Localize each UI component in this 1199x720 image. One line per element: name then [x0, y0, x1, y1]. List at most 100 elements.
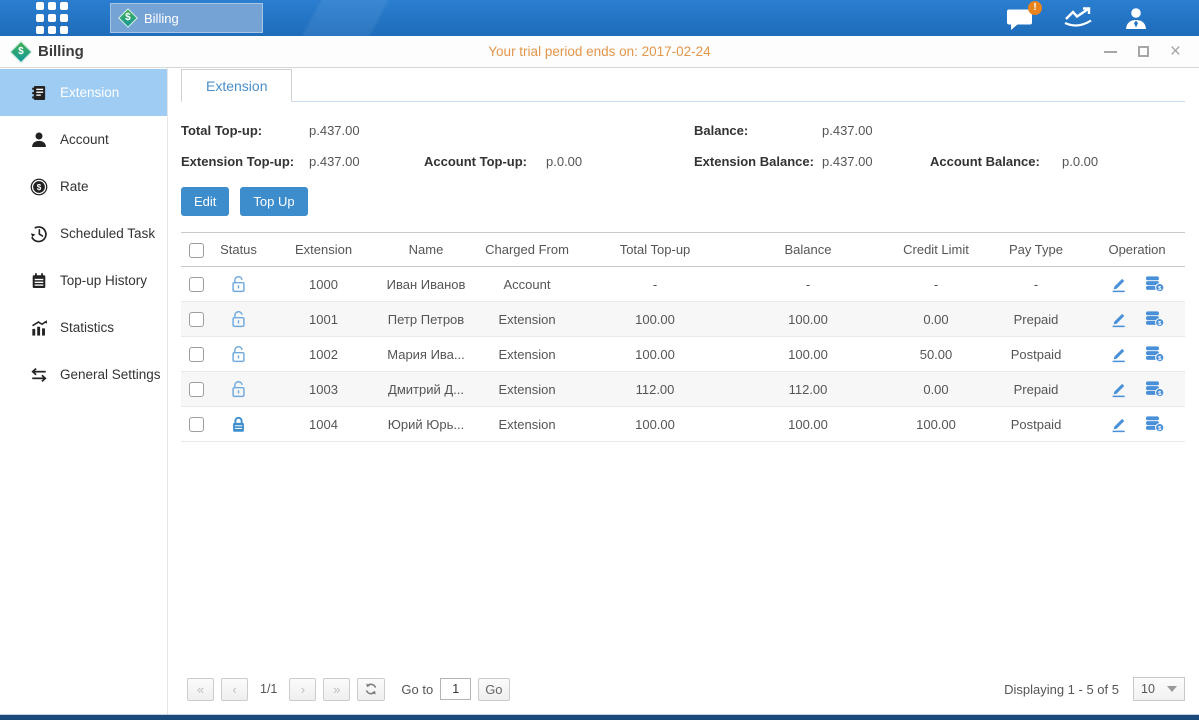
next-page-button[interactable]: ›	[289, 678, 316, 701]
tab-extension[interactable]: Extension	[181, 69, 292, 102]
bar-chart-icon	[30, 319, 48, 337]
last-page-button[interactable]: »	[323, 678, 350, 701]
first-page-button[interactable]: «	[187, 678, 214, 701]
sidebar-item-label: Top-up History	[60, 273, 147, 288]
select-all-checkbox[interactable]	[189, 243, 204, 258]
window-title: Billing	[38, 43, 84, 60]
table-header-row: Status Extension Name Charged From Total…	[181, 233, 1185, 267]
sidebar-item-label: Extension	[60, 85, 119, 100]
titlebar-app-identity: $ Billing	[13, 43, 84, 60]
top-up-button[interactable]: Top Up	[240, 187, 307, 216]
status-locked	[230, 415, 247, 433]
cell-credit-limit: 0.00	[889, 372, 983, 407]
top-up-coins-icon: $	[1144, 310, 1165, 328]
locked-icon	[230, 415, 247, 433]
row-checkbox[interactable]	[189, 417, 204, 432]
cell-pay-type: Prepaid	[983, 372, 1089, 407]
row-checkbox[interactable]	[189, 277, 204, 292]
chevron-down-icon	[1167, 686, 1177, 692]
cell-name: Юрий Юрь...	[381, 407, 471, 442]
row-checkbox[interactable]	[189, 312, 204, 327]
refresh-icon	[364, 682, 378, 696]
notebook-icon	[30, 84, 48, 102]
cell-credit-limit: -	[889, 267, 983, 302]
cell-name: Дмитрий Д...	[381, 372, 471, 407]
go-button[interactable]: Go	[478, 678, 509, 701]
topup-row-button[interactable]: $	[1144, 275, 1165, 293]
cell-pay-type: Prepaid	[983, 302, 1089, 337]
sidebar-item-scheduled-task[interactable]: Scheduled Task	[0, 210, 167, 257]
edit-pencil-icon	[1109, 346, 1127, 363]
table-row: 1001Петр ПетровExtension100.00100.000.00…	[181, 302, 1185, 337]
sidebar-item-account[interactable]: Account	[0, 116, 167, 163]
cell-balance: 112.00	[727, 372, 889, 407]
transfer-arrows-icon	[30, 366, 48, 384]
status-unlocked	[230, 275, 247, 293]
close-icon[interactable]: ×	[1170, 45, 1181, 58]
topup-row-button[interactable]: $	[1144, 310, 1165, 328]
sidebar-item-statistics[interactable]: Statistics	[0, 304, 167, 351]
edit-row-button[interactable]	[1109, 346, 1127, 363]
cell-credit-limit: 100.00	[889, 407, 983, 442]
sidebar-item-label: Account	[60, 132, 109, 147]
minimize-icon[interactable]	[1104, 51, 1117, 53]
col-credit-limit: Credit Limit	[889, 233, 983, 267]
sidebar-item-general-settings[interactable]: General Settings	[0, 351, 167, 398]
topup-row-button[interactable]: $	[1144, 345, 1165, 363]
pagination-bar: « ‹ 1/1 › » Go to Go Displaying	[181, 669, 1185, 714]
action-buttons: Edit Top Up	[181, 187, 1185, 216]
cell-charged-from: Extension	[471, 407, 583, 442]
edit-row-button[interactable]	[1109, 416, 1127, 433]
table-row: 1004Юрий Юрь...Extension100.00100.00100.…	[181, 407, 1185, 442]
prev-page-button[interactable]: ‹	[221, 678, 248, 701]
topup-row-button[interactable]: $	[1144, 415, 1165, 433]
account-topup-value: p.0.00	[546, 154, 694, 169]
extension-balance-value: p.437.00	[822, 154, 930, 169]
edit-row-button[interactable]	[1109, 276, 1127, 293]
table-row: 1000Иван ИвановAccount----$	[181, 267, 1185, 302]
top-up-coins-icon: $	[1144, 345, 1165, 363]
cell-balance: 100.00	[727, 337, 889, 372]
sidebar-item-topup-history[interactable]: Top-up History	[0, 257, 167, 304]
sidebar-item-label: Rate	[60, 179, 89, 194]
notifications-chat-icon[interactable]: !	[1006, 7, 1033, 30]
row-checkbox[interactable]	[189, 347, 204, 362]
goto-page-input[interactable]	[440, 678, 471, 700]
app-grid-icon[interactable]	[36, 2, 68, 34]
account-balance-label: Account Balance:	[930, 154, 1062, 169]
cell-name: Мария Ива...	[381, 337, 471, 372]
page-size-select[interactable]: 10	[1133, 677, 1185, 701]
row-checkbox[interactable]	[189, 382, 204, 397]
window-controls: ×	[1104, 45, 1181, 58]
cell-total-topup: 100.00	[583, 337, 727, 372]
status-unlocked	[230, 310, 247, 328]
edit-row-button[interactable]	[1109, 381, 1127, 398]
billing-diamond-icon: $	[10, 40, 33, 63]
taskbar-tab-label: Billing	[144, 11, 179, 26]
cell-credit-limit: 0.00	[889, 302, 983, 337]
taskbar-tab-billing[interactable]: $ Billing	[110, 3, 263, 33]
refresh-button[interactable]	[357, 678, 385, 701]
unlocked-icon	[230, 275, 247, 293]
unlocked-icon	[230, 310, 247, 328]
user-account-icon[interactable]	[1123, 7, 1149, 30]
tab-bar: Extension	[181, 69, 1185, 102]
edit-button[interactable]: Edit	[181, 187, 229, 216]
account-balance-value: p.0.00	[1062, 154, 1185, 169]
page-size-value: 10	[1141, 682, 1155, 696]
topup-row-button[interactable]: $	[1144, 380, 1165, 398]
sidebar-item-rate[interactable]: $ Rate	[0, 163, 167, 210]
edit-row-button[interactable]	[1109, 311, 1127, 328]
cell-charged-from: Extension	[471, 337, 583, 372]
status-unlocked	[230, 380, 247, 398]
status-unlocked	[230, 345, 247, 363]
maximize-icon[interactable]	[1138, 46, 1149, 57]
col-total-topup: Total Top-up	[583, 233, 727, 267]
extension-topup-label: Extension Top-up:	[181, 154, 309, 169]
cell-charged-from: Account	[471, 267, 583, 302]
statistics-chart-icon[interactable]	[1063, 6, 1093, 30]
sidebar-item-label: Scheduled Task	[60, 226, 155, 241]
window-bottom-edge	[0, 714, 1199, 720]
taskbar: $ Billing !	[0, 0, 1199, 36]
sidebar-item-extension[interactable]: Extension	[0, 69, 167, 116]
